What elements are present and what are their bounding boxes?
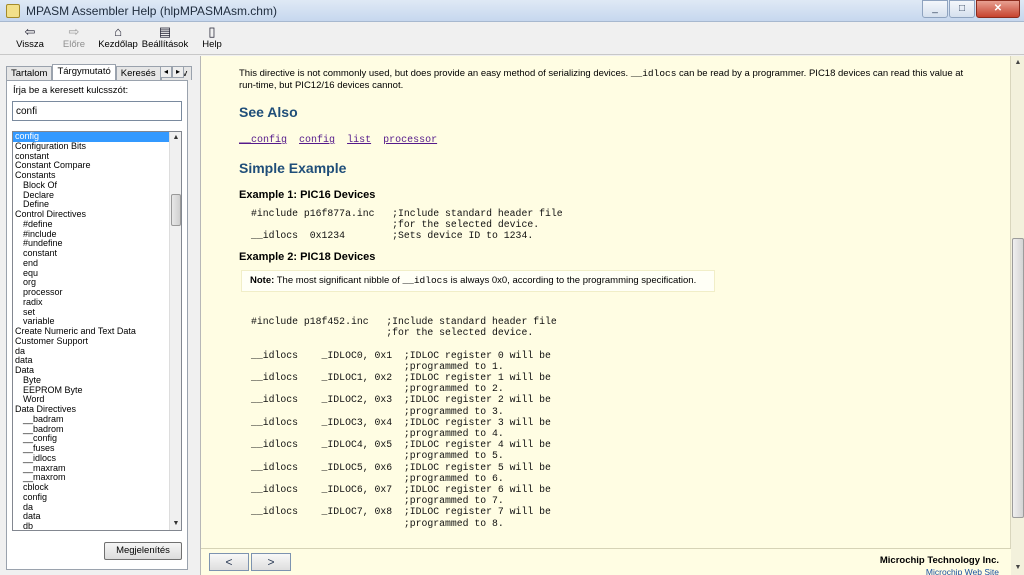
example2-code: #include p18f452.inc ;Include standard h… <box>251 316 557 529</box>
note-text-1: The most significant nibble of <box>274 275 403 286</box>
intro-code: __idlocs <box>630 68 677 79</box>
example1-code: #include p16f877a.inc ;Include standard … <box>251 208 563 242</box>
help-button[interactable]: ▯ Help <box>190 22 234 54</box>
see-also-heading: See Also <box>239 104 298 120</box>
options-icon: ▤ <box>158 24 172 39</box>
index-pane: Írja be a keresett kulcsszót: configConf… <box>6 80 188 570</box>
topic-scroll-thumb[interactable] <box>1012 238 1024 518</box>
website-link[interactable]: Microchip Web Site <box>926 567 999 575</box>
scroll-down-icon[interactable]: ▼ <box>170 518 181 530</box>
back-button[interactable]: ⇦ Vissza <box>8 22 52 54</box>
tab-scroll-left-icon[interactable]: ◂ <box>160 66 172 78</box>
help-page-icon: ▯ <box>208 24 216 39</box>
example2-heading: Example 2: PIC18 Devices <box>239 251 376 263</box>
home-button[interactable]: ⌂ Kezdőlap <box>96 22 140 54</box>
previous-topic-button[interactable]: < <box>209 553 249 571</box>
back-arrow-icon: ⇦ <box>24 24 36 39</box>
index-item[interactable]: constant <box>13 248 181 259</box>
link-config[interactable]: config <box>299 135 335 146</box>
index-item[interactable]: end <box>13 258 181 269</box>
options-label: Beállítások <box>141 39 189 50</box>
link-list[interactable]: list <box>347 135 371 146</box>
link-processor[interactable]: processor <box>383 135 437 146</box>
intro-text-1: This directive is not commonly used, but… <box>239 68 631 79</box>
company-name: Microchip Technology Inc. <box>879 555 999 566</box>
scroll-up-icon[interactable]: ▲ <box>170 132 181 144</box>
topic-pane: This directive is not commonly used, but… <box>200 56 1024 575</box>
topic-scrollbar[interactable]: ▲ ▼ <box>1010 56 1024 575</box>
tab-contents[interactable]: Tartalom <box>6 66 53 80</box>
note-code: __idlocs <box>402 275 449 286</box>
window-title: MPASM Assembler Help (hlpMPASMAsm.chm) <box>26 3 277 18</box>
index-list[interactable]: config Configuration Bits constant Constant… <box>12 131 182 531</box>
keyword-input[interactable] <box>12 101 182 121</box>
display-button[interactable]: Megjelenítés <box>104 542 182 560</box>
close-button[interactable]: ✕ <box>976 0 1020 18</box>
navigation-pane: Tartalom Tárgymutató Keresés Kedv ◂ ▸ Ír… <box>0 56 193 575</box>
next-topic-button[interactable]: > <box>251 553 291 571</box>
see-also-links: __config config list processor <box>239 135 443 146</box>
keyword-label: Írja be a keresett kulcsszót: <box>13 85 129 96</box>
simple-example-heading: Simple Example <box>239 160 347 176</box>
help-app-icon <box>6 3 20 18</box>
topic-footer: < > Microchip Technology Inc. Microchip … <box>201 548 1011 575</box>
index-item[interactable]: radix <box>13 297 181 308</box>
note-label: Note: <box>250 275 275 286</box>
maximize-button[interactable]: □ <box>949 0 975 18</box>
index-item[interactable]: da <box>13 346 181 357</box>
tab-scroll-right-icon[interactable]: ▸ <box>172 66 184 78</box>
forward-arrow-icon: ⇨ <box>68 24 80 39</box>
index-item[interactable]: Customer Support <box>13 336 181 347</box>
index-items: config Configuration Bits constant Constant… <box>13 132 181 530</box>
index-item[interactable]: data <box>13 511 181 522</box>
title-bar: MPASM Assembler Help (hlpMPASMAsm.chm) _… <box>0 0 1024 22</box>
note-text-2: is always 0x0, according to the programm… <box>448 275 697 286</box>
window-controls: _ □ ✕ <box>921 0 1020 18</box>
minimize-button[interactable]: _ <box>922 0 948 18</box>
link-underscore-config[interactable]: __config <box>239 135 287 146</box>
scroll-thumb[interactable] <box>171 194 181 226</box>
pane-splitter[interactable] <box>192 56 200 575</box>
note-box: Note: The most significant nibble of __i… <box>241 270 715 292</box>
index-scrollbar[interactable]: ▲ ▼ <box>169 132 181 530</box>
home-icon: ⌂ <box>114 24 122 39</box>
forward-label: Előre <box>62 39 86 50</box>
home-label: Kezdőlap <box>98 39 138 50</box>
tab-scroll: ◂ ▸ <box>160 66 184 78</box>
index-item[interactable]: db <box>13 521 181 530</box>
tab-search[interactable]: Keresés <box>115 66 161 80</box>
tab-index[interactable]: Tárgymutató <box>52 64 116 80</box>
topic-scroll-up-icon[interactable]: ▲ <box>1011 56 1024 70</box>
index-item[interactable]: config <box>13 492 181 503</box>
options-button[interactable]: ▤ Beállítások <box>140 22 190 54</box>
example1-heading: Example 1: PIC16 Devices <box>239 189 376 201</box>
index-item[interactable]: equ <box>13 268 181 279</box>
intro-paragraph: This directive is not commonly used, but… <box>239 68 971 92</box>
index-item[interactable]: data <box>13 355 181 366</box>
help-label: Help <box>202 39 222 50</box>
toolbar: ⇦ Vissza ⇨ Előre ⌂ Kezdőlap ▤ Beállításo… <box>0 22 1024 55</box>
forward-button[interactable]: ⇨ Előre <box>52 22 96 54</box>
topic-scroll-down-icon[interactable]: ▼ <box>1011 561 1024 575</box>
back-label: Vissza <box>16 39 44 50</box>
